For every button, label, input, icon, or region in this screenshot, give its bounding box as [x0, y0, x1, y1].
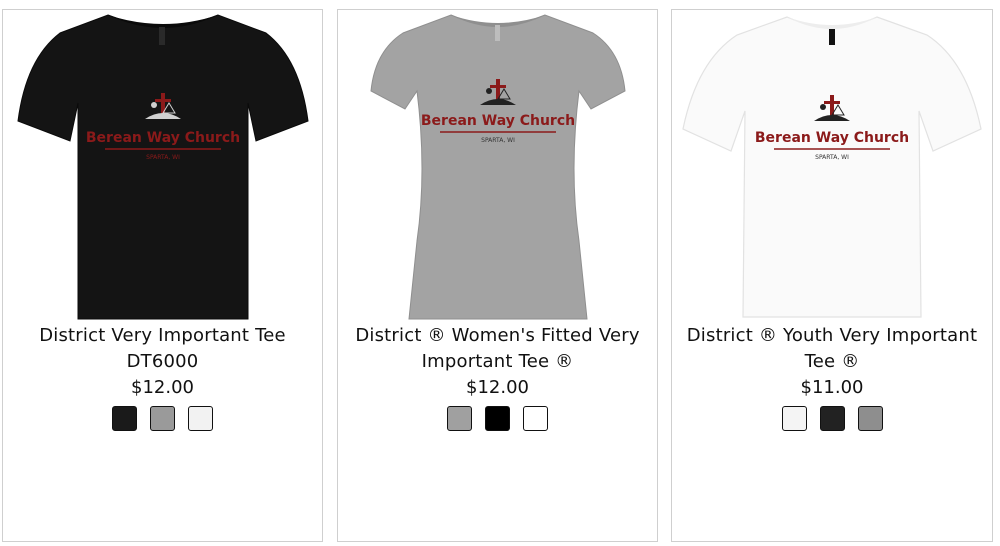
color-swatches — [3, 406, 322, 431]
tshirt-body — [369, 14, 626, 320]
product-image[interactable]: Berean Way Church SPARTA, WI — [338, 11, 657, 323]
color-swatch-white[interactable] — [523, 406, 548, 431]
logo-text: Berean Way Church — [420, 113, 574, 129]
logo-subtext: SPARTA, WI — [481, 137, 515, 144]
product-image[interactable]: Berean Way Church SPARTA, WI — [3, 11, 322, 323]
tshirt-image-black: Berean Way Church SPARTA, WI — [16, 14, 309, 320]
color-swatch-white[interactable] — [781, 406, 807, 431]
product-title[interactable]: District ® Youth Very Important Tee ® — [672, 323, 992, 375]
product-title-line1: District ® Youth Very Important — [686, 325, 978, 346]
logo-subtext: SPARTA, WI — [146, 154, 180, 161]
product-title[interactable]: District Very Important Tee DT6000 — [3, 323, 322, 375]
color-swatches — [672, 406, 992, 431]
product-title[interactable]: District ® Women's Fitted Very Important… — [338, 323, 657, 375]
product-card-black-tee[interactable]: Berean Way Church SPARTA, WI District Ve… — [2, 9, 323, 542]
product-title-line1: District ® Women's Fitted Very — [355, 325, 640, 346]
color-swatches — [338, 406, 657, 431]
product-title-line2: Important Tee ® — [421, 351, 574, 372]
color-swatch-white[interactable] — [188, 406, 213, 431]
color-swatch-grey[interactable] — [447, 406, 472, 431]
color-swatch-black[interactable] — [112, 406, 137, 431]
product-price: $12.00 — [466, 377, 529, 398]
product-price: $12.00 — [131, 377, 194, 398]
product-price: $11.00 — [800, 377, 864, 398]
tshirt-body — [16, 14, 309, 320]
product-title-line1: District Very Important Tee — [39, 325, 286, 346]
logo-subtext: SPARTA, WI — [815, 154, 849, 161]
tshirt-body — [682, 16, 982, 318]
color-swatch-black[interactable] — [819, 406, 845, 431]
color-swatch-grey[interactable] — [857, 406, 883, 431]
product-grid: Berean Way Church SPARTA, WI District Ve… — [0, 0, 1000, 546]
product-card-grey-fitted-tee[interactable]: Berean Way Church SPARTA, WI District ® … — [337, 9, 658, 542]
product-card-white-youth-tee[interactable]: Berean Way Church SPARTA, WI District ® … — [671, 9, 993, 542]
product-title-line2: DT6000 — [126, 351, 199, 372]
product-image[interactable]: Berean Way Church SPARTA, WI — [672, 11, 992, 323]
color-swatch-grey[interactable] — [150, 406, 175, 431]
tshirt-image-white: Berean Way Church SPARTA, WI — [682, 16, 982, 318]
logo-text: Berean Way Church — [755, 130, 909, 146]
color-swatch-black[interactable] — [485, 406, 510, 431]
logo-text: Berean Way Church — [85, 130, 239, 146]
product-title-line2: Tee ® — [804, 351, 860, 372]
tshirt-image-grey: Berean Way Church SPARTA, WI — [369, 14, 626, 320]
